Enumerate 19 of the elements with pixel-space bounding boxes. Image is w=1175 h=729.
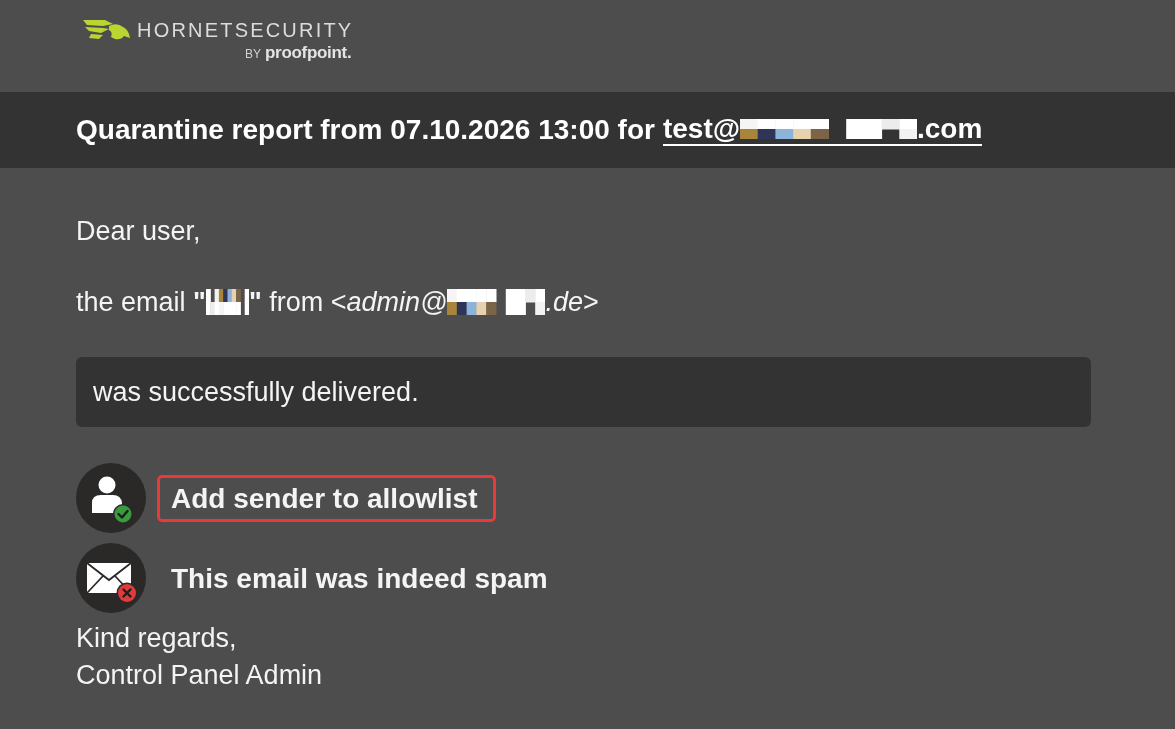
message-text: " from <admin@ (248, 288, 448, 316)
logo-partner-name: proofpoint. (265, 43, 352, 63)
report-title: Quarantine report from 07.10.2026 13:00 for (76, 114, 655, 146)
redaction-mosaic-icon (740, 119, 917, 139)
allowlist-button[interactable]: Add sender to allowlist (157, 474, 497, 522)
status-banner: was successfully delivered. (76, 357, 1091, 427)
report-spam-button[interactable]: This email was indeed spam (157, 554, 567, 602)
user-check-icon (76, 463, 146, 533)
message-text: .de> (545, 288, 599, 316)
recipient-link[interactable]: test@ .com (662, 114, 983, 146)
closing-signature: Kind regards, Control Panel Admin (76, 622, 324, 692)
logo-byline: BY (244, 47, 261, 61)
message-text: the email " (76, 288, 206, 316)
redaction-mosaic-icon (447, 289, 546, 315)
hornet-logo-icon (83, 18, 130, 41)
redaction-mosaic-icon (205, 289, 249, 315)
greeting-text: Dear user, (76, 217, 202, 245)
envelope-error-icon (76, 543, 146, 613)
logo-wordmark: HORNETSECURITY (137, 18, 354, 42)
